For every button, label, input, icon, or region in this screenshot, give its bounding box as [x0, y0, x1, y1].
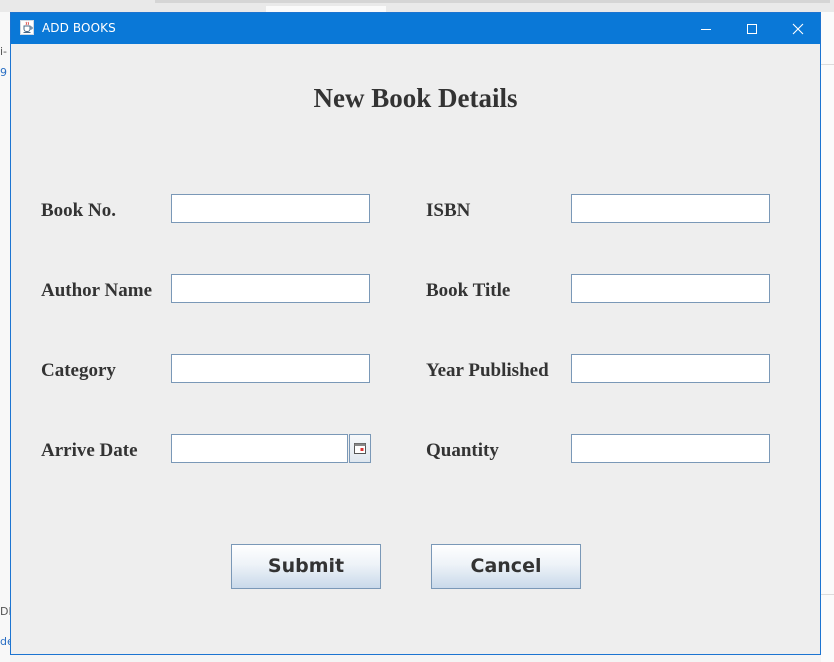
minimize-icon	[701, 29, 711, 30]
quantity-field[interactable]	[571, 434, 770, 463]
form-heading: New Book Details	[313, 83, 518, 113]
background-text-fragment: 9	[0, 66, 7, 79]
background-text-fragment: i-	[0, 45, 8, 58]
title-bar[interactable]: ADD BOOKS	[11, 13, 820, 44]
maximize-icon	[747, 24, 757, 34]
background-divider	[821, 594, 834, 595]
add-books-window: ADD BOOKS New Book Details Book No. Auth…	[10, 12, 821, 655]
background-divider	[821, 64, 834, 65]
arrive-date-field[interactable]	[171, 434, 348, 463]
maximize-button[interactable]	[729, 13, 775, 44]
cancel-button[interactable]: Cancel	[431, 544, 581, 589]
book-title-field[interactable]	[571, 274, 770, 303]
arrive-date-label: Arrive Date	[41, 440, 138, 461]
java-coffee-icon	[20, 20, 34, 35]
book-title-label: Book Title	[426, 280, 511, 301]
book-no-label: Book No.	[41, 200, 116, 221]
author-name-label: Author Name	[41, 280, 153, 301]
submit-button[interactable]: Submit	[231, 544, 381, 589]
window-title: ADD BOOKS	[42, 21, 116, 35]
close-icon	[792, 23, 804, 35]
isbn-field[interactable]	[571, 194, 770, 223]
author-name-field[interactable]	[171, 274, 370, 303]
background-right-panel	[821, 12, 834, 662]
year-published-label: Year Published	[426, 360, 549, 381]
background-tab-strip	[155, 0, 830, 3]
book-no-field[interactable]	[171, 194, 370, 223]
quantity-label: Quantity	[426, 440, 499, 461]
category-field[interactable]	[171, 354, 370, 383]
category-label: Category	[41, 360, 116, 381]
date-picker-button[interactable]	[349, 434, 371, 463]
minimize-button[interactable]	[683, 13, 729, 44]
background-left-panel	[0, 12, 10, 662]
year-published-field[interactable]	[571, 354, 770, 383]
calendar-icon	[354, 443, 366, 454]
close-button[interactable]	[775, 13, 821, 44]
isbn-label: ISBN	[426, 200, 471, 221]
